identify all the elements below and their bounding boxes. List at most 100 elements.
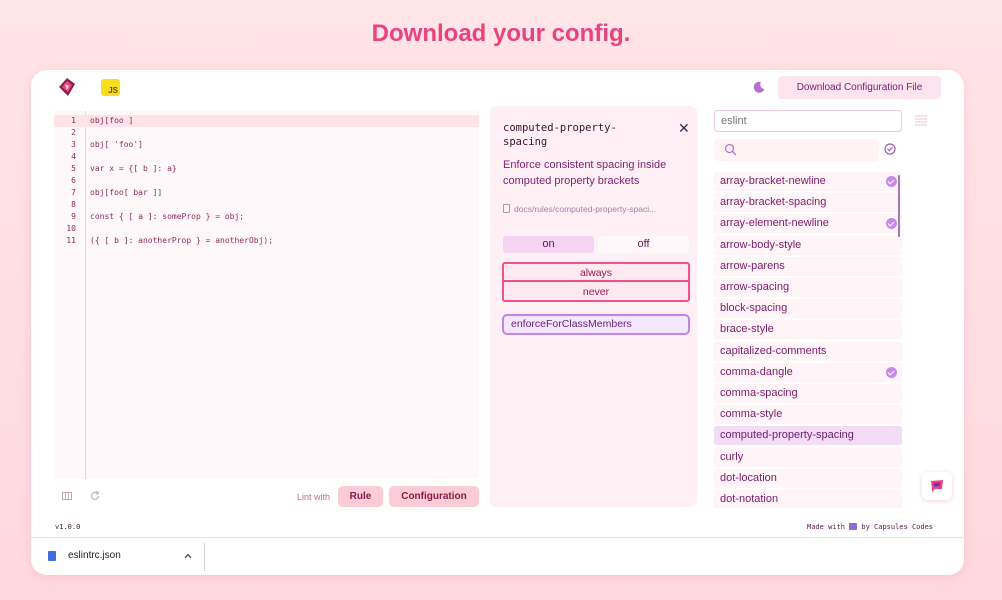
- rule-list-item[interactable]: dot-location: [714, 468, 902, 488]
- code-text: obj[foo[ bar ]]: [90, 188, 163, 197]
- rule-list-item-label: arrow-spacing: [720, 281, 790, 293]
- rules-list[interactable]: array-bracket-newline array-bracket-spaci…: [714, 172, 902, 508]
- rule-doc-link-text: docs/rules/computed-property-spaci...: [514, 204, 657, 214]
- rule-list-item[interactable]: curly: [714, 447, 902, 467]
- rule-list-item[interactable]: brace-style: [714, 320, 902, 340]
- code-line[interactable]: 8: [54, 199, 479, 211]
- line-number: 11: [66, 236, 76, 245]
- rule-option-group: always never: [502, 262, 690, 302]
- json-file-icon: [48, 551, 56, 561]
- close-icon[interactable]: ✕: [678, 120, 690, 137]
- rule-list-item[interactable]: dot-notation: [714, 490, 902, 508]
- option-always[interactable]: always: [504, 264, 688, 282]
- code-text: var x = {[ b ]: a}: [90, 164, 177, 173]
- code-line[interactable]: 11 ({ [ b ]: anotherProp } = anotherObj);: [54, 235, 479, 247]
- rule-list-item[interactable]: arrow-body-style: [714, 235, 902, 255]
- rule-list-item-label: arrow-parens: [720, 259, 785, 272]
- rule-list-item[interactable]: array-element-newline: [714, 214, 902, 234]
- rule-list-item[interactable]: comma-dangle: [714, 362, 902, 382]
- code-line[interactable]: 1 obj[foo ]: [54, 115, 479, 127]
- rule-list-item-label: dot-notation: [720, 493, 779, 505]
- eslint-logo-icon[interactable]: [59, 78, 75, 96]
- rule-list-item[interactable]: comma-spacing: [714, 384, 902, 403]
- code-editor[interactable]: 1 obj[foo ] 2 3 obj[ 'foo'] 4 5 var x = {[ b ]:…: [54, 111, 479, 479]
- app-header: JS Download Configuration File: [31, 70, 964, 104]
- refresh-icon[interactable]: [90, 491, 100, 501]
- download-bar-divider: [204, 543, 205, 571]
- line-number: 8: [71, 200, 76, 209]
- rule-list-item-label: array-element-newline: [720, 217, 829, 230]
- enabled-check-icon: [886, 176, 897, 187]
- rule-search-field[interactable]: [714, 139, 879, 161]
- chevron-up-icon[interactable]: [184, 552, 192, 560]
- rule-list-item-label: arrow-body-style: [720, 238, 802, 251]
- code-line[interactable]: 7 obj[foo[ bar ]]: [54, 187, 479, 199]
- rule-list-item[interactable]: computed-property-spacing: [714, 426, 902, 446]
- downloaded-file-chip[interactable]: eslintrc.json: [46, 548, 196, 565]
- enabled-check-icon: [886, 218, 897, 230]
- made-with-suffix: by Capsules Codes: [861, 523, 934, 531]
- option-never[interactable]: never: [504, 283, 688, 301]
- code-line[interactable]: 5 var x = {[ b ]: a}: [54, 163, 479, 175]
- document-icon: [503, 204, 510, 213]
- rule-list-item-label: capitalized-comments: [720, 344, 827, 357]
- rule-title: computed-property-spacing: [503, 122, 617, 148]
- rule-list-item[interactable]: array-bracket-newline: [714, 172, 902, 191]
- code-line[interactable]: 9 const { [ a ]: someProp } = obj;: [54, 211, 479, 223]
- rule-list-item-label: array-bracket-newline: [720, 175, 826, 187]
- page-headline: Download your config.: [371, 20, 631, 47]
- rule-filter-input[interactable]: [714, 110, 902, 132]
- capsule-icon: [849, 523, 858, 530]
- rule-list-item-label: array-bracket-spacing: [720, 196, 827, 209]
- lint-rule-button[interactable]: Rule: [338, 486, 383, 507]
- code-text: obj[foo ]: [90, 116, 134, 125]
- rule-list-item[interactable]: arrow-parens: [714, 256, 902, 276]
- code-line[interactable]: 3 obj[ 'foo']: [54, 139, 479, 151]
- rules-list-scrollbar[interactable]: [898, 175, 900, 237]
- line-number: 7: [71, 188, 76, 197]
- rule-list-item-label: comma-dangle: [720, 365, 793, 378]
- rule-list-item[interactable]: capitalized-comments: [714, 341, 902, 361]
- browser-download-bar: eslintrc.json: [31, 537, 964, 575]
- rule-list-item-label: dot-location: [720, 471, 777, 484]
- checked-filter-icon[interactable]: [884, 143, 896, 155]
- code-text: ({ [ b ]: anotherProp } = anotherObj);: [90, 236, 274, 245]
- line-number: 9: [71, 212, 76, 221]
- code-text: const { [ a ]: someProp } = obj;: [90, 212, 245, 221]
- rule-list-item[interactable]: block-spacing: [714, 299, 902, 319]
- table-view-icon[interactable]: [915, 115, 927, 126]
- made-with-credit[interactable]: Made with by Capsules Codes: [807, 523, 933, 531]
- rule-detail-panel: computed-property-spacing ✕ Enforce cons…: [490, 106, 697, 507]
- code-line[interactable]: 10: [54, 223, 479, 235]
- code-line[interactable]: 4: [54, 151, 479, 163]
- rule-list-item-label: block-spacing: [720, 302, 788, 315]
- rule-list-item[interactable]: arrow-spacing: [714, 278, 902, 297]
- code-line[interactable]: 2: [54, 127, 479, 139]
- rule-list-item-label: curly: [720, 450, 744, 463]
- dark-mode-moon-icon[interactable]: [752, 80, 766, 94]
- version-label: v1.0.0: [55, 523, 81, 531]
- rule-doc-link[interactable]: docs/rules/computed-property-spaci...: [503, 204, 688, 214]
- search-icon: [724, 143, 737, 156]
- rule-list-item[interactable]: comma-style: [714, 405, 902, 425]
- chat-widget-button[interactable]: [922, 472, 952, 500]
- javascript-badge-icon[interactable]: JS: [101, 79, 120, 96]
- rule-list-item[interactable]: array-bracket-spacing: [714, 193, 902, 213]
- rule-toggle-off[interactable]: off: [598, 236, 689, 253]
- code-line[interactable]: 6: [54, 175, 479, 187]
- rule-list-item-label: comma-style: [720, 408, 783, 421]
- editor-toolbar: Lint with Rule Configuration: [54, 483, 479, 509]
- rule-list-item-label: brace-style: [720, 323, 774, 336]
- rule-toggle-on[interactable]: on: [503, 236, 594, 253]
- line-number: 10: [66, 224, 76, 233]
- download-configuration-button[interactable]: Download Configuration File: [778, 76, 941, 99]
- line-number: 4: [71, 152, 76, 161]
- code-text: obj[ 'foo']: [90, 140, 143, 149]
- line-number: 5: [71, 164, 76, 173]
- line-number: 6: [71, 176, 76, 185]
- enabled-check-icon: [886, 366, 897, 378]
- lint-configuration-button[interactable]: Configuration: [389, 486, 479, 507]
- option-enforce-for-class-members[interactable]: enforceForClassMembers: [502, 314, 690, 335]
- downloaded-file-name: eslintrc.json: [68, 550, 121, 561]
- split-view-icon[interactable]: [62, 491, 72, 501]
